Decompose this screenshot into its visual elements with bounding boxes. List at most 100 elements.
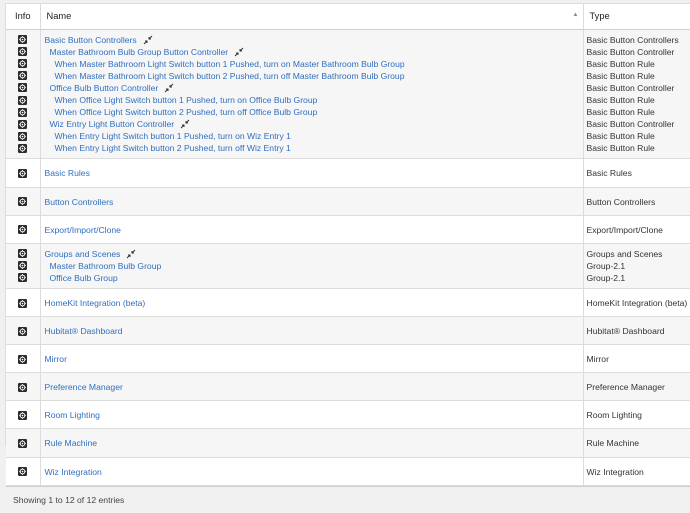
app-link[interactable]: Button Controllers (43, 196, 583, 208)
table-row: Room Lighting Room Lighting (6, 401, 690, 429)
app-type: Basic Button Rule (586, 142, 690, 154)
gear-icon[interactable] (6, 34, 40, 46)
app-type: Basic Button Rule (586, 70, 690, 82)
type-cell: Groups and ScenesGroup-2.1Group-2.1 (583, 243, 690, 288)
gear-icon[interactable] (6, 325, 40, 337)
gear-icon[interactable] (6, 353, 40, 365)
table-row: Rule Machine Rule Machine (6, 429, 690, 457)
app-type: HomeKit Integration (beta) (586, 297, 690, 309)
gear-icon[interactable] (6, 94, 40, 106)
gear-icon[interactable] (6, 260, 40, 272)
app-link[interactable]: When Entry Light Switch button 1 Pushed,… (43, 130, 583, 142)
app-name: When Master Bathroom Light Switch button… (55, 59, 405, 69)
app-link[interactable]: When Master Bathroom Light Switch button… (43, 58, 583, 70)
app-type: Basic Button Rule (586, 106, 690, 118)
app-name: Groups and Scenes (45, 249, 121, 259)
app-type: Basic Button Controller (586, 82, 690, 94)
app-name: Rule Machine (45, 438, 98, 448)
expand-arrows-icon[interactable] (158, 83, 174, 93)
gear-icon[interactable] (6, 167, 40, 179)
column-header-name-label: Name (47, 11, 72, 21)
gear-icon[interactable] (6, 297, 40, 309)
gear-icon[interactable] (6, 272, 40, 284)
app-link[interactable]: Export/Import/Clone (43, 224, 583, 236)
column-header-type[interactable]: Type (583, 4, 690, 29)
app-name: HomeKit Integration (beta) (45, 298, 146, 308)
info-cell (6, 215, 40, 243)
gear-icon[interactable] (6, 224, 40, 236)
gear-icon[interactable] (6, 82, 40, 94)
app-link[interactable]: When Master Bathroom Light Switch button… (43, 70, 583, 82)
info-cell (6, 457, 40, 485)
type-cell: Button Controllers (583, 187, 690, 215)
gear-icon[interactable] (6, 196, 40, 208)
type-cell: Basic Button Controllers Basic Button Con… (583, 29, 690, 159)
table-row: MirrorMirror (6, 345, 690, 373)
app-type: Basic Button Controller (586, 118, 690, 130)
app-link[interactable]: When Entry Light Switch button 2 Pushed,… (43, 142, 583, 154)
app-type: Groups and Scenes (586, 248, 690, 260)
gear-icon[interactable] (6, 70, 40, 82)
gear-icon[interactable] (6, 409, 40, 421)
app-type: Preference Manager (586, 381, 690, 393)
gear-icon[interactable] (6, 466, 40, 478)
type-cell: Mirror (583, 345, 690, 373)
table-row: Export/Import/CloneExport/Import/Clone (6, 215, 690, 243)
app-type: Group-2.1 (586, 260, 690, 272)
app-name: Basic Rules (45, 168, 90, 178)
app-name: Wiz Integration (45, 467, 102, 477)
app-link[interactable]: Basic Button Controllers (43, 34, 583, 46)
app-name: Master Bathroom Bulb Group Button Contro… (50, 47, 229, 57)
app-type: Basic Button Controllers (586, 34, 690, 46)
app-link[interactable]: HomeKit Integration (beta) (43, 297, 583, 309)
gear-icon[interactable] (6, 248, 40, 260)
gear-icon[interactable] (6, 381, 40, 393)
table-body: Basic Button ControllersMaster Bathroom … (6, 29, 690, 485)
name-cell: Basic Rules (40, 159, 583, 187)
type-cell: Rule Machine (583, 429, 690, 457)
name-cell: Preference Manager (40, 373, 583, 401)
app-type: Basic Rules (586, 167, 690, 179)
table-row: Hubitat® DashboardHubitat® Dashboard (6, 317, 690, 345)
gear-icon[interactable] (6, 437, 40, 449)
info-cell (6, 289, 40, 317)
column-header-name[interactable]: Name▲ (40, 4, 583, 29)
app-link[interactable]: Groups and Scenes (43, 248, 583, 260)
app-type: Export/Import/Clone (586, 224, 690, 236)
app-name: When Office Light Switch button 1 Pushed… (55, 95, 318, 105)
app-link[interactable]: Rule Machine (43, 437, 583, 449)
app-name: Office Bulb Group (50, 273, 118, 283)
expand-arrows-icon[interactable] (120, 249, 136, 259)
app-link[interactable]: Master Bathroom Bulb Group Button Contro… (43, 46, 583, 58)
app-link[interactable]: Master Bathroom Bulb Group (43, 260, 583, 272)
expand-arrows-icon[interactable] (137, 35, 153, 45)
app-link[interactable]: Mirror (43, 353, 583, 365)
gear-icon[interactable] (6, 142, 40, 154)
app-type: Group-2.1 (586, 272, 690, 284)
app-link[interactable]: Wiz Integration (43, 466, 583, 478)
gear-icon[interactable] (6, 130, 40, 142)
app-link[interactable]: Basic Rules (43, 167, 583, 179)
name-cell: Rule Machine (40, 429, 583, 457)
app-link[interactable]: Preference Manager (43, 381, 583, 393)
app-link[interactable]: Wiz Entry Light Button Controller (43, 118, 583, 130)
app-type: Basic Button Rule (586, 94, 690, 106)
expand-arrows-icon[interactable] (228, 47, 244, 57)
app-link[interactable]: Room Lighting (43, 409, 583, 421)
expand-arrows-icon[interactable] (174, 119, 190, 129)
app-link[interactable]: When Office Light Switch button 2 Pushed… (43, 106, 583, 118)
app-type: Room Lighting (586, 409, 690, 421)
app-link[interactable]: When Office Light Switch button 1 Pushed… (43, 94, 583, 106)
gear-icon[interactable] (6, 118, 40, 130)
app-link[interactable]: Office Bulb Group (43, 272, 583, 284)
app-name: Hubitat® Dashboard (45, 326, 123, 336)
app-type: Basic Button Rule (586, 58, 690, 70)
app-name: Room Lighting (45, 410, 100, 420)
gear-icon[interactable] (6, 106, 40, 118)
gear-icon[interactable] (6, 58, 40, 70)
app-link[interactable]: Hubitat® Dashboard (43, 325, 583, 337)
app-link[interactable]: Office Bulb Button Controller (43, 82, 583, 94)
column-header-info[interactable]: Info (6, 4, 40, 29)
gear-icon[interactable] (6, 46, 40, 58)
table-row: Basic Button ControllersMaster Bathroom … (6, 29, 690, 159)
